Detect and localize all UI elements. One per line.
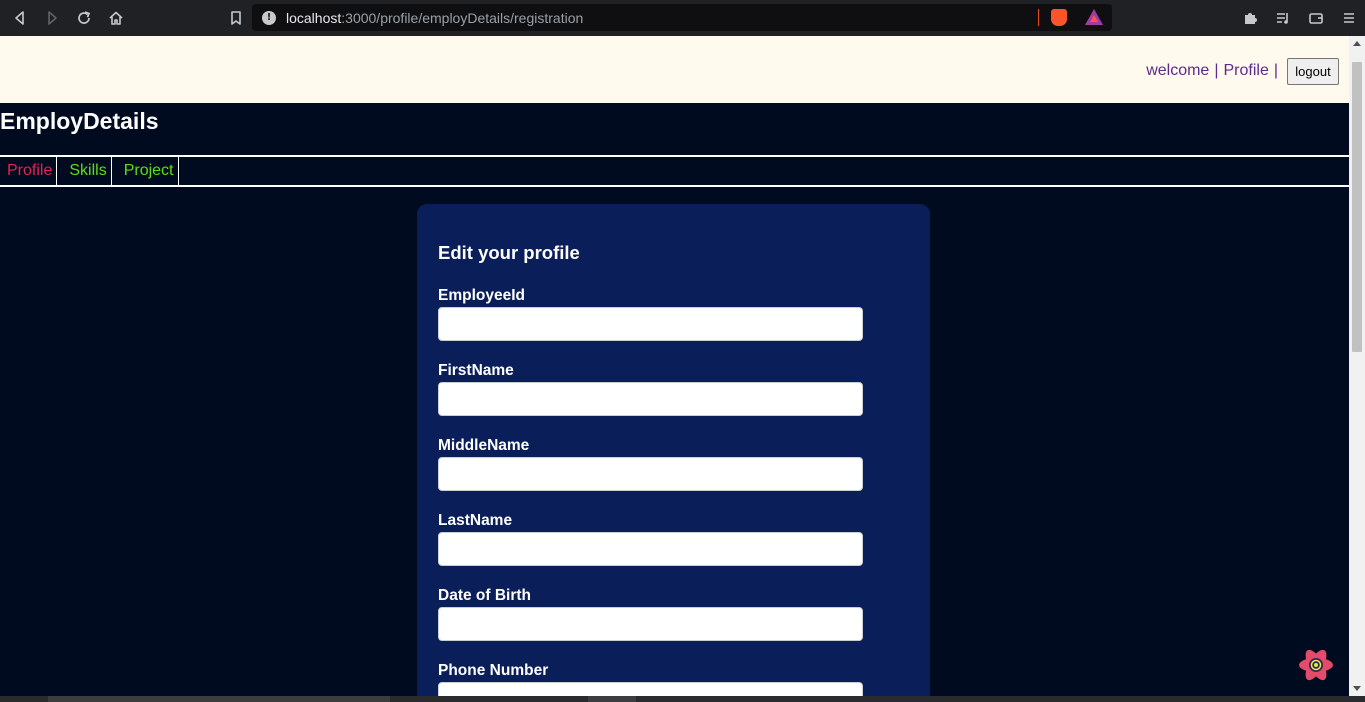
- middle-name-input[interactable]: [438, 457, 863, 491]
- info-icon[interactable]: !: [262, 10, 276, 25]
- last-name-input[interactable]: [438, 532, 863, 566]
- brave-rewards-icon[interactable]: [1085, 9, 1103, 25]
- tab-skills[interactable]: Skills: [57, 157, 112, 185]
- browser-toolbar: ! localhost:3000/profile/employDetails/r…: [0, 0, 1365, 36]
- bookmark-icon[interactable]: [220, 2, 252, 34]
- field-label: FirstName: [438, 362, 514, 379]
- nav-buttons: [4, 2, 132, 34]
- back-icon[interactable]: [4, 2, 36, 34]
- scroll-down-icon[interactable]: [1353, 686, 1361, 691]
- field-label: Date of Birth: [438, 587, 531, 604]
- field-label: MiddleName: [438, 437, 530, 454]
- date-of-birth-input[interactable]: [438, 607, 863, 641]
- first-name-input[interactable]: [438, 382, 863, 416]
- field-label: LastName: [438, 512, 513, 529]
- address-bar[interactable]: ! localhost:3000/profile/employDetails/r…: [252, 4, 1112, 31]
- link-separator: |: [1214, 61, 1219, 79]
- home-icon[interactable]: [100, 2, 132, 34]
- playlist-icon[interactable]: [1266, 2, 1299, 34]
- field-employee-id: EmployeeId: [438, 287, 930, 362]
- extensions-icon[interactable]: [1233, 2, 1266, 34]
- bottom-bar: [0, 696, 1365, 702]
- welcome-link[interactable]: welcome: [1146, 62, 1209, 80]
- field-first-name: FirstName: [438, 362, 930, 437]
- field-label: Phone Number: [438, 662, 549, 679]
- vertical-scrollbar[interactable]: [1349, 36, 1365, 696]
- forward-icon[interactable]: [36, 2, 68, 34]
- field-last-name: LastName: [438, 512, 930, 587]
- tab-project[interactable]: Project: [112, 157, 179, 185]
- browser-right-tools: [1233, 0, 1365, 36]
- top-header: welcome | Profile | logout: [0, 36, 1349, 103]
- url-text: localhost:3000/profile/employDetails/reg…: [286, 10, 583, 26]
- field-phone-number: Phone Number: [438, 662, 930, 696]
- phone-number-input[interactable]: [438, 682, 863, 696]
- employee-id-input[interactable]: [438, 307, 863, 341]
- scrollbar-thumb[interactable]: [1352, 62, 1362, 352]
- tab-profile[interactable]: Profile: [0, 157, 58, 185]
- react-devtools-icon[interactable]: [1296, 645, 1336, 685]
- field-middle-name: MiddleName: [438, 437, 930, 512]
- field-date-of-birth: Date of Birth: [438, 587, 930, 662]
- field-label: EmployeeId: [438, 287, 525, 304]
- brave-shield-icon[interactable]: [1051, 9, 1067, 26]
- wallet-icon[interactable]: [1299, 2, 1332, 34]
- bottom-bar-segment: [588, 696, 636, 702]
- url-host: localhost: [286, 9, 342, 26]
- url-divider: [1038, 9, 1039, 26]
- url-path: :3000/profile/employDetails/registration: [341, 9, 584, 26]
- bottom-bar-segment: [48, 696, 390, 702]
- profile-link[interactable]: Profile: [1223, 62, 1268, 80]
- page-viewport: welcome | Profile | logout EmployDetails…: [0, 36, 1349, 696]
- edit-profile-card: Edit your profile EmployeeId FirstName M…: [417, 204, 930, 696]
- logout-button[interactable]: logout: [1287, 58, 1339, 85]
- form-title: Edit your profile: [438, 242, 580, 263]
- link-separator: |: [1273, 61, 1278, 79]
- menu-icon[interactable]: [1332, 2, 1365, 34]
- scroll-up-icon[interactable]: [1353, 41, 1361, 46]
- nav-tabs: Profile Skills Project: [0, 155, 1349, 187]
- user-links: welcome | Profile | logout: [1146, 56, 1339, 85]
- reload-icon[interactable]: [68, 2, 100, 34]
- app-brand: EmployDetails: [0, 108, 159, 134]
